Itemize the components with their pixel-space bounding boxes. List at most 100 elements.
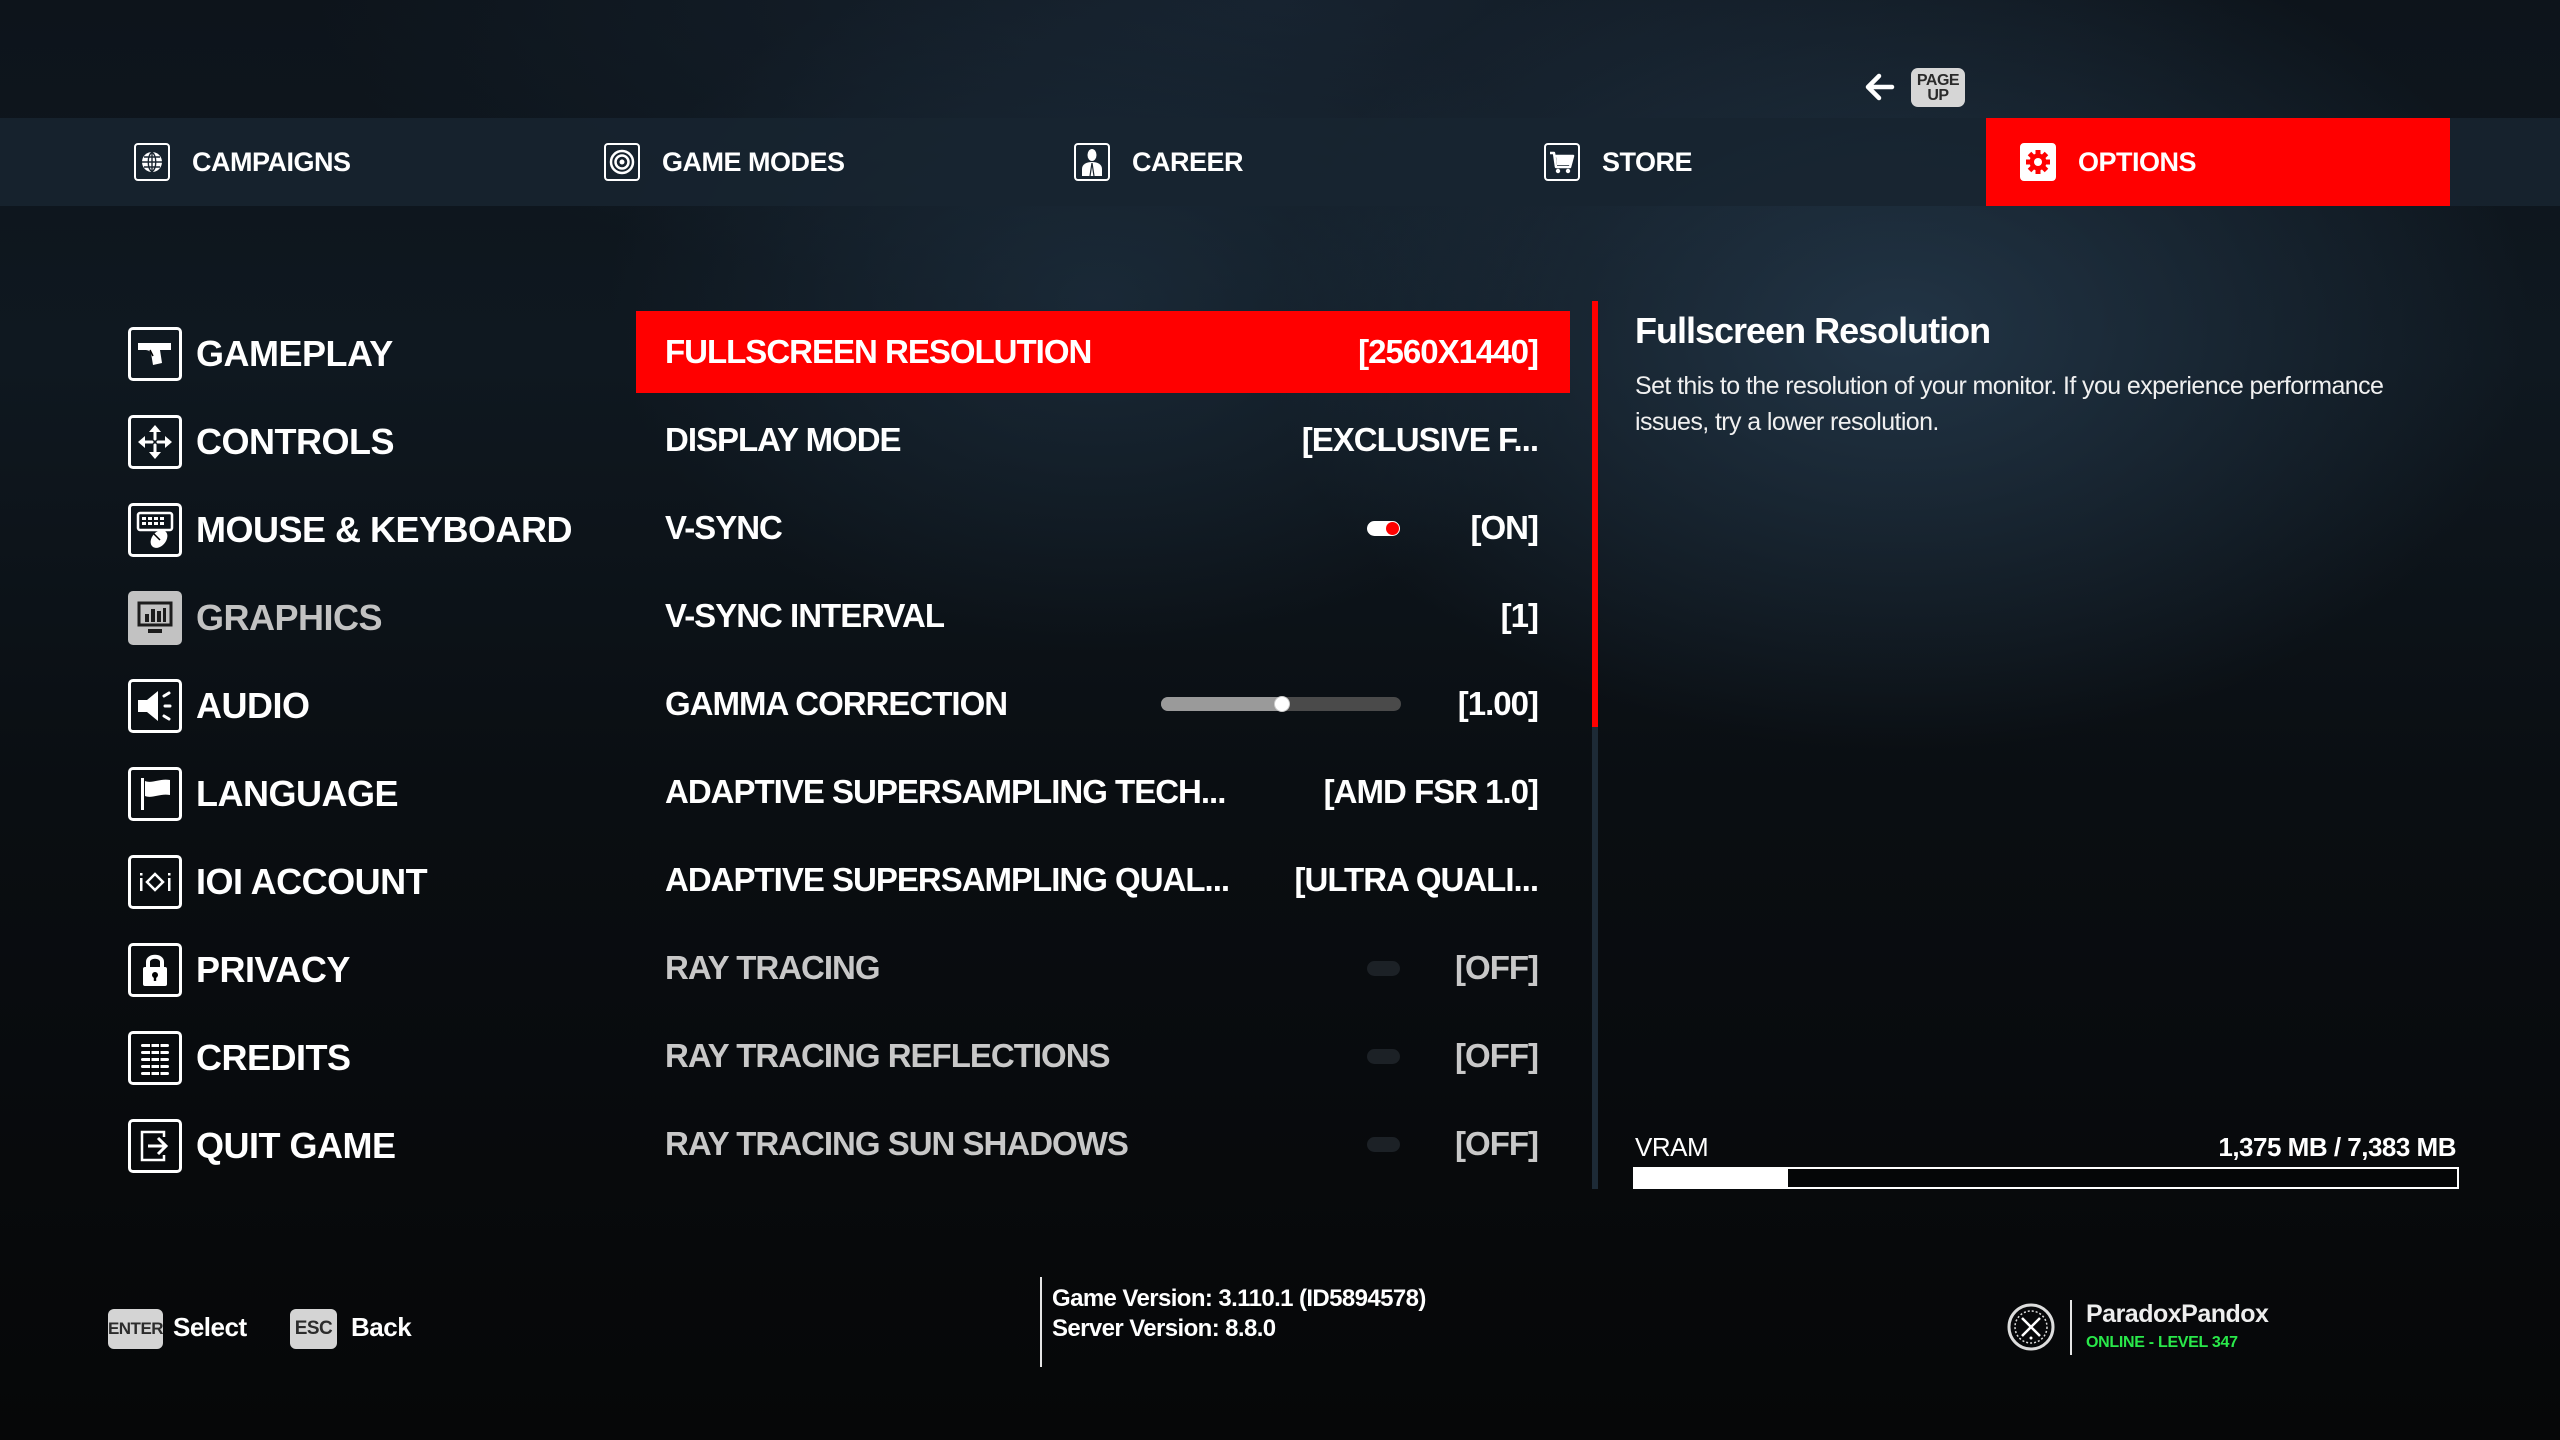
- server-version: Server Version: 8.8.0: [1052, 1315, 1276, 1342]
- setting-value: [ULTRA QUALI...: [1294, 861, 1539, 898]
- page-up-key-line1: PAGE: [1916, 71, 1960, 89]
- menu-item-graphics[interactable]: GRAPHICS: [128, 588, 383, 648]
- setting-ray-tracing-reflections[interactable]: RAY TRACING REFLECTIONS [OFF]: [636, 1015, 1570, 1097]
- profile-emblem-icon: [2007, 1303, 2055, 1351]
- menu-item-gameplay[interactable]: GAMEPLAY: [128, 324, 393, 384]
- setting-v-sync-interval[interactable]: V-SYNC INTERVAL [1]: [636, 575, 1570, 657]
- setting-value: [AMD FSR 1.0]: [1323, 773, 1539, 810]
- tab-label: CAMPAIGNS: [192, 146, 351, 177]
- menu-label: GRAPHICS: [196, 597, 383, 638]
- setting-ray-tracing[interactable]: RAY TRACING [OFF]: [636, 927, 1570, 1009]
- tab-label: STORE: [1602, 146, 1693, 177]
- setting-value: [EXCLUSIVE F...: [1301, 421, 1539, 458]
- menu-label: AUDIO: [196, 685, 310, 726]
- vram-value: 1,375 MB / 7,383 MB: [2218, 1132, 2456, 1162]
- profile-name[interactable]: ParadoxPandox: [2086, 1300, 2269, 1329]
- setting-value: [ON]: [1470, 509, 1539, 546]
- monitor-chart-icon: [128, 591, 182, 645]
- page-up-key-hint[interactable]: PAGE UP: [1911, 68, 1965, 107]
- setting-adaptive-supersampling-tech[interactable]: ADAPTIVE SUPERSAMPLING TECH... [AMD FSR …: [636, 751, 1570, 833]
- setting-label: RAY TRACING: [665, 949, 881, 986]
- menu-label: CONTROLS: [196, 421, 395, 462]
- setting-value: [1]: [1500, 597, 1539, 634]
- menu-item-controls[interactable]: CONTROLS: [128, 412, 395, 472]
- vram-label: VRAM: [1635, 1132, 1709, 1162]
- description-body: Set this to the resolution of your monit…: [1635, 372, 2384, 436]
- menu-item-audio[interactable]: AUDIO: [128, 676, 310, 736]
- setting-label: ADAPTIVE SUPERSAMPLING QUAL...: [665, 861, 1230, 898]
- menu-label: PRIVACY: [196, 949, 350, 990]
- tab-label: OPTIONS: [2078, 146, 2197, 177]
- menu-label: GAMEPLAY: [196, 333, 393, 374]
- ray-tracing-sun-shadows-toggle[interactable]: [1367, 1136, 1400, 1152]
- setting-ray-tracing-sun-shadows[interactable]: RAY TRACING SUN SHADOWS [OFF]: [636, 1103, 1570, 1185]
- tab-store[interactable]: STORE: [1510, 118, 1986, 206]
- setting-label: FULLSCREEN RESOLUTION: [665, 333, 1092, 370]
- setting-value: [1.00]: [1457, 685, 1539, 722]
- select-hint-label: Select: [173, 1312, 247, 1342]
- menu-label: CREDITS: [196, 1037, 351, 1078]
- setting-display-mode[interactable]: DISPLAY MODE [EXCLUSIVE F...: [636, 399, 1570, 481]
- setting-adaptive-supersampling-quality[interactable]: ADAPTIVE SUPERSAMPLING QUAL... [ULTRA QU…: [636, 839, 1570, 921]
- menu-item-ioi-account[interactable]: IOI ACCOUNT: [128, 852, 428, 912]
- setting-label: RAY TRACING REFLECTIONS: [665, 1037, 1111, 1074]
- gear-icon: [2020, 143, 2056, 181]
- back-arrow-icon[interactable]: [1862, 68, 1898, 106]
- top-nav: CAMPAIGNS GAME MODES CAREER STORE OPTION…: [0, 118, 2560, 206]
- menu-label: LANGUAGE: [196, 773, 399, 814]
- back-hint-label: Back: [351, 1312, 412, 1342]
- description-title: Fullscreen Resolution: [1635, 310, 1991, 351]
- profile-divider: [2070, 1300, 2072, 1355]
- enter-key-hint[interactable]: ENTER: [108, 1309, 164, 1349]
- version-divider: [1040, 1277, 1042, 1367]
- game-version: Game Version: 3.110.1 (ID5894578): [1052, 1285, 1426, 1312]
- setting-label: ADAPTIVE SUPERSAMPLING TECH...: [665, 773, 1226, 810]
- menu-label: QUIT GAME: [196, 1125, 396, 1166]
- tab-game-modes[interactable]: GAME MODES: [570, 118, 1040, 206]
- v-sync-toggle[interactable]: [1367, 520, 1400, 536]
- ray-tracing-reflections-toggle[interactable]: [1367, 1048, 1400, 1064]
- vram-usage-fill: [1635, 1169, 1789, 1187]
- target-icon: [604, 143, 640, 181]
- toggle-knob: [1386, 521, 1399, 535]
- tab-campaigns[interactable]: CAMPAIGNS: [100, 118, 570, 206]
- menu-item-credits[interactable]: CREDITS: [128, 1028, 351, 1088]
- globe-icon: [134, 143, 170, 181]
- ray-tracing-toggle[interactable]: [1367, 960, 1400, 976]
- menu-label: IOI ACCOUNT: [196, 861, 428, 902]
- setting-label: DISPLAY MODE: [665, 421, 902, 458]
- menu-item-quit-game[interactable]: QUIT GAME: [128, 1116, 396, 1176]
- menu-item-mouse-keyboard[interactable]: MOUSE & KEYBOARD: [128, 500, 573, 560]
- setting-label: V-SYNC: [665, 509, 783, 546]
- keyboard-mouse-icon: [128, 503, 182, 557]
- slider-thumb[interactable]: [1274, 696, 1290, 712]
- menu-label: MOUSE & KEYBOARD: [196, 509, 573, 550]
- menu-item-privacy[interactable]: PRIVACY: [128, 940, 350, 1000]
- setting-label: GAMMA CORRECTION: [665, 685, 1008, 722]
- esc-key-hint[interactable]: ESC: [290, 1309, 337, 1349]
- tab-career[interactable]: CAREER: [1040, 118, 1510, 206]
- scrollbar-thumb[interactable]: [1592, 301, 1598, 728]
- profile-status: ONLINE - LEVEL 347: [2086, 1334, 2238, 1351]
- slider-fill: [1161, 697, 1281, 711]
- setting-fullscreen-resolution[interactable]: FULLSCREEN RESOLUTION [2560X1440]: [636, 311, 1570, 393]
- page-up-key-line2: UP: [1927, 86, 1949, 104]
- pistol-icon: [128, 327, 182, 381]
- cart-icon: [1544, 143, 1580, 181]
- move-arrows-icon: [128, 415, 182, 469]
- setting-v-sync[interactable]: V-SYNC [ON]: [636, 487, 1570, 569]
- setting-value: [OFF]: [1455, 949, 1539, 986]
- setting-gamma-correction[interactable]: GAMMA CORRECTION [1.00]: [636, 663, 1570, 745]
- tab-label: GAME MODES: [662, 146, 845, 177]
- menu-item-language[interactable]: LANGUAGE: [128, 764, 399, 824]
- gamma-slider[interactable]: [1161, 696, 1401, 712]
- setting-value: [OFF]: [1455, 1125, 1539, 1162]
- setting-value: [2560X1440]: [1358, 333, 1539, 370]
- setting-value: [OFF]: [1455, 1037, 1539, 1074]
- exit-icon: [128, 1119, 182, 1173]
- tab-label: CAREER: [1132, 146, 1244, 177]
- tab-options[interactable]: OPTIONS: [1986, 118, 2450, 206]
- list-icon: [128, 1031, 182, 1085]
- vram-usage-bar: [1633, 1167, 2459, 1189]
- speaker-icon: [128, 679, 182, 733]
